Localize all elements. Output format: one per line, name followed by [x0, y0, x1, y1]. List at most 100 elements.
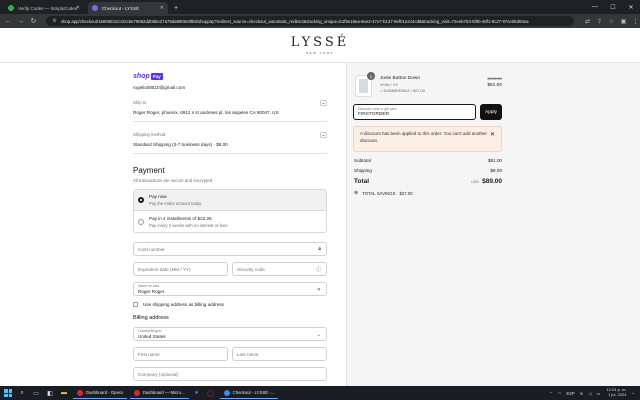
first-name-field[interactable]: First name	[133, 347, 228, 361]
subtotal-row: Subtotal $81.00	[354, 158, 502, 163]
shipping-label: Shipping	[354, 168, 372, 173]
payment-title: Payment	[133, 166, 165, 175]
discount-code-input[interactable]: Discount code or gift card FIRSTORDER	[353, 104, 476, 120]
translate-icon[interactable]: ⇄	[583, 17, 592, 26]
close-icon[interactable]: ✕	[490, 131, 495, 140]
security-code-field[interactable]: Security code ⓘ	[232, 262, 327, 276]
product-discount: ⌂ SUMMERSALE / $27.00	[380, 89, 425, 93]
store-logo[interactable]: LYSSÉ	[291, 35, 349, 50]
opera-gx-icon[interactable]: ◯	[205, 387, 217, 399]
extension-icon[interactable]: ▣	[619, 17, 628, 26]
country-select[interactable]: Country/Region United States ⌄	[133, 327, 327, 341]
card-number-placeholder: Card number	[138, 246, 165, 252]
shipping-method-section: Shipping method ⌄	[133, 132, 327, 138]
taskbar: ⌕ ▭ ◧ ▬ Dashboard - Opera Dashboard — Mi…	[0, 386, 640, 400]
shipping-method-label: Shipping method	[133, 132, 166, 137]
taskbar-app-opera[interactable]: Dashboard - Opera	[73, 387, 127, 399]
help-circle-icon[interactable]: ⓘ	[316, 266, 321, 273]
file-explorer-icon[interactable]: ▬	[58, 387, 70, 399]
account-email: rogelio08510@gmail.com	[133, 85, 186, 90]
discount-code-row: Discount code or gift card FIRSTORDER Ap…	[353, 104, 502, 120]
wifi-icon[interactable]: ≋	[580, 391, 584, 396]
search-icon[interactable]: ⌕	[16, 387, 28, 399]
maximize-icon[interactable]: ☐	[604, 0, 622, 14]
chevron-down-icon[interactable]: ⌄	[320, 100, 327, 106]
option-label: Pay now	[149, 194, 167, 199]
discount-code-value: FIRSTORDER	[358, 112, 390, 117]
checkbox[interactable]	[133, 302, 138, 307]
address-bar[interactable]: ⚙ shop.app/checkout/16996841/cn/2c6e7968…	[46, 16, 574, 26]
tag-icon: ⊛	[354, 190, 359, 196]
close-icon[interactable]: ✕	[76, 5, 80, 11]
option-label: Pay in 4 installments of $22.25	[149, 215, 212, 221]
taskbar-app-label: Dashboard - Opera	[86, 390, 123, 395]
tab-checkout[interactable]: Checkout - LYSSÉ ✕	[88, 2, 168, 14]
battery-icon[interactable]: ▭	[596, 391, 600, 396]
clock[interactable]: 12:24 p. m. 1 jul. 2024	[606, 387, 626, 398]
use-shipping-address-checkbox[interactable]: Use shipping address as billing address	[133, 302, 346, 307]
bookmark-star-icon[interactable]: ☆	[607, 17, 616, 26]
discount-notice-text: A discount has been applied to this orde…	[360, 131, 487, 143]
line-item-prices: $108.00 $81.00	[482, 76, 502, 88]
ship-to-label: Ship to	[133, 100, 147, 105]
radio-button[interactable]	[138, 197, 144, 203]
shipping-row: Shipping $8.00	[354, 168, 502, 173]
back-icon[interactable]: ←	[3, 16, 13, 26]
quantity-badge: 1	[367, 72, 375, 80]
windows-start-icon[interactable]	[4, 389, 12, 397]
task-view-icon[interactable]: ▭	[30, 387, 42, 399]
use-shipping-label: Use shipping address as billing address	[143, 302, 224, 307]
minimize-icon[interactable]: —	[586, 0, 604, 14]
card-number-field[interactable]: Card number 🔒︎	[133, 242, 327, 256]
system-tray: ⌃ ◠ ESP ≋ ◁ ▭ 12:24 p. m. 1 jul. 2024 ◔	[544, 386, 634, 400]
subtotal-label: Subtotal	[354, 158, 371, 163]
taskbar-app-chrome-checkout[interactable]: Checkout - LYSSÉ -...	[219, 387, 279, 399]
shop-pay-logo: shop Pay	[133, 73, 346, 80]
clear-icon[interactable]: ✕	[317, 287, 321, 293]
close-icon[interactable]: ✕	[160, 5, 164, 11]
radio-button[interactable]	[138, 218, 144, 225]
lysse-favicon-icon	[92, 5, 98, 11]
store-logo-sub: NEW YORK	[305, 51, 335, 55]
product-name: Josie Button Down	[380, 76, 420, 81]
company-field[interactable]: Company (optional)	[133, 367, 327, 381]
original-price: $108.00	[487, 76, 502, 81]
share-icon[interactable]: ⇪	[595, 17, 604, 26]
taskbar-app-opera-2[interactable]: Dashboard — Micro...	[129, 387, 189, 399]
last-name-field[interactable]: Last name	[232, 347, 327, 361]
forward-icon[interactable]: →	[16, 16, 26, 26]
payment-options: Pay now Pay the entire amount today Pay …	[133, 189, 327, 233]
window-controls: — ☐ ✕	[586, 0, 640, 14]
store-header: LYSSÉ NEW YORK	[0, 28, 640, 63]
divider	[133, 153, 327, 154]
chrome-icon[interactable]: ●	[191, 387, 203, 399]
volume-icon[interactable]: ◁	[588, 391, 591, 396]
total-value: $89.00	[482, 178, 502, 185]
discount-tag-icon: ⌂	[380, 89, 383, 93]
product-image: 1	[355, 72, 375, 97]
order-summary: 1 Josie Button Down White / XS ⌂ SUMMERS…	[346, 63, 640, 386]
security-code-placeholder: Security code	[237, 266, 265, 272]
network-icon[interactable]: ◠	[558, 391, 562, 396]
tab-simplycodes[interactable]: Verify Codes — SimplyCodes ✕	[4, 2, 84, 14]
pay-now-option[interactable]: Pay now Pay the entire amount today	[134, 190, 326, 211]
close-window-icon[interactable]: ✕	[622, 0, 640, 14]
chevron-up-icon[interactable]: ⌃	[549, 391, 553, 396]
opera-icon	[77, 389, 83, 396]
line-item: 1 Josie Button Down White / XS ⌂ SUMMERS…	[355, 72, 425, 97]
url-text: shop.app/checkout/16996841/cn/2c6e79682d…	[60, 18, 529, 24]
chevron-down-icon: ⌄	[316, 332, 321, 338]
expiration-date-field[interactable]: Expiration date (MM / YY)	[133, 262, 228, 276]
new-tab-icon[interactable]: +	[174, 2, 178, 14]
menu-dots-icon[interactable]: ⋮	[631, 17, 640, 26]
language-indicator[interactable]: ESP	[566, 391, 574, 396]
name-on-card-field[interactable]: Name on card Roger Roger ✕	[133, 282, 327, 296]
chevron-down-icon[interactable]: ⌄	[320, 132, 327, 138]
apply-button[interactable]: Apply	[480, 104, 502, 120]
pay-installments-option[interactable]: Pay in 4 installments of $22.25 Pay ever…	[134, 211, 326, 232]
site-info-icon[interactable]: ⚙	[52, 18, 56, 24]
widgets-icon[interactable]: ◧	[44, 387, 56, 399]
notification-icon[interactable]: ◔	[631, 391, 634, 396]
reload-icon[interactable]: ↻	[29, 16, 39, 26]
first-name-placeholder: First name	[138, 351, 160, 357]
